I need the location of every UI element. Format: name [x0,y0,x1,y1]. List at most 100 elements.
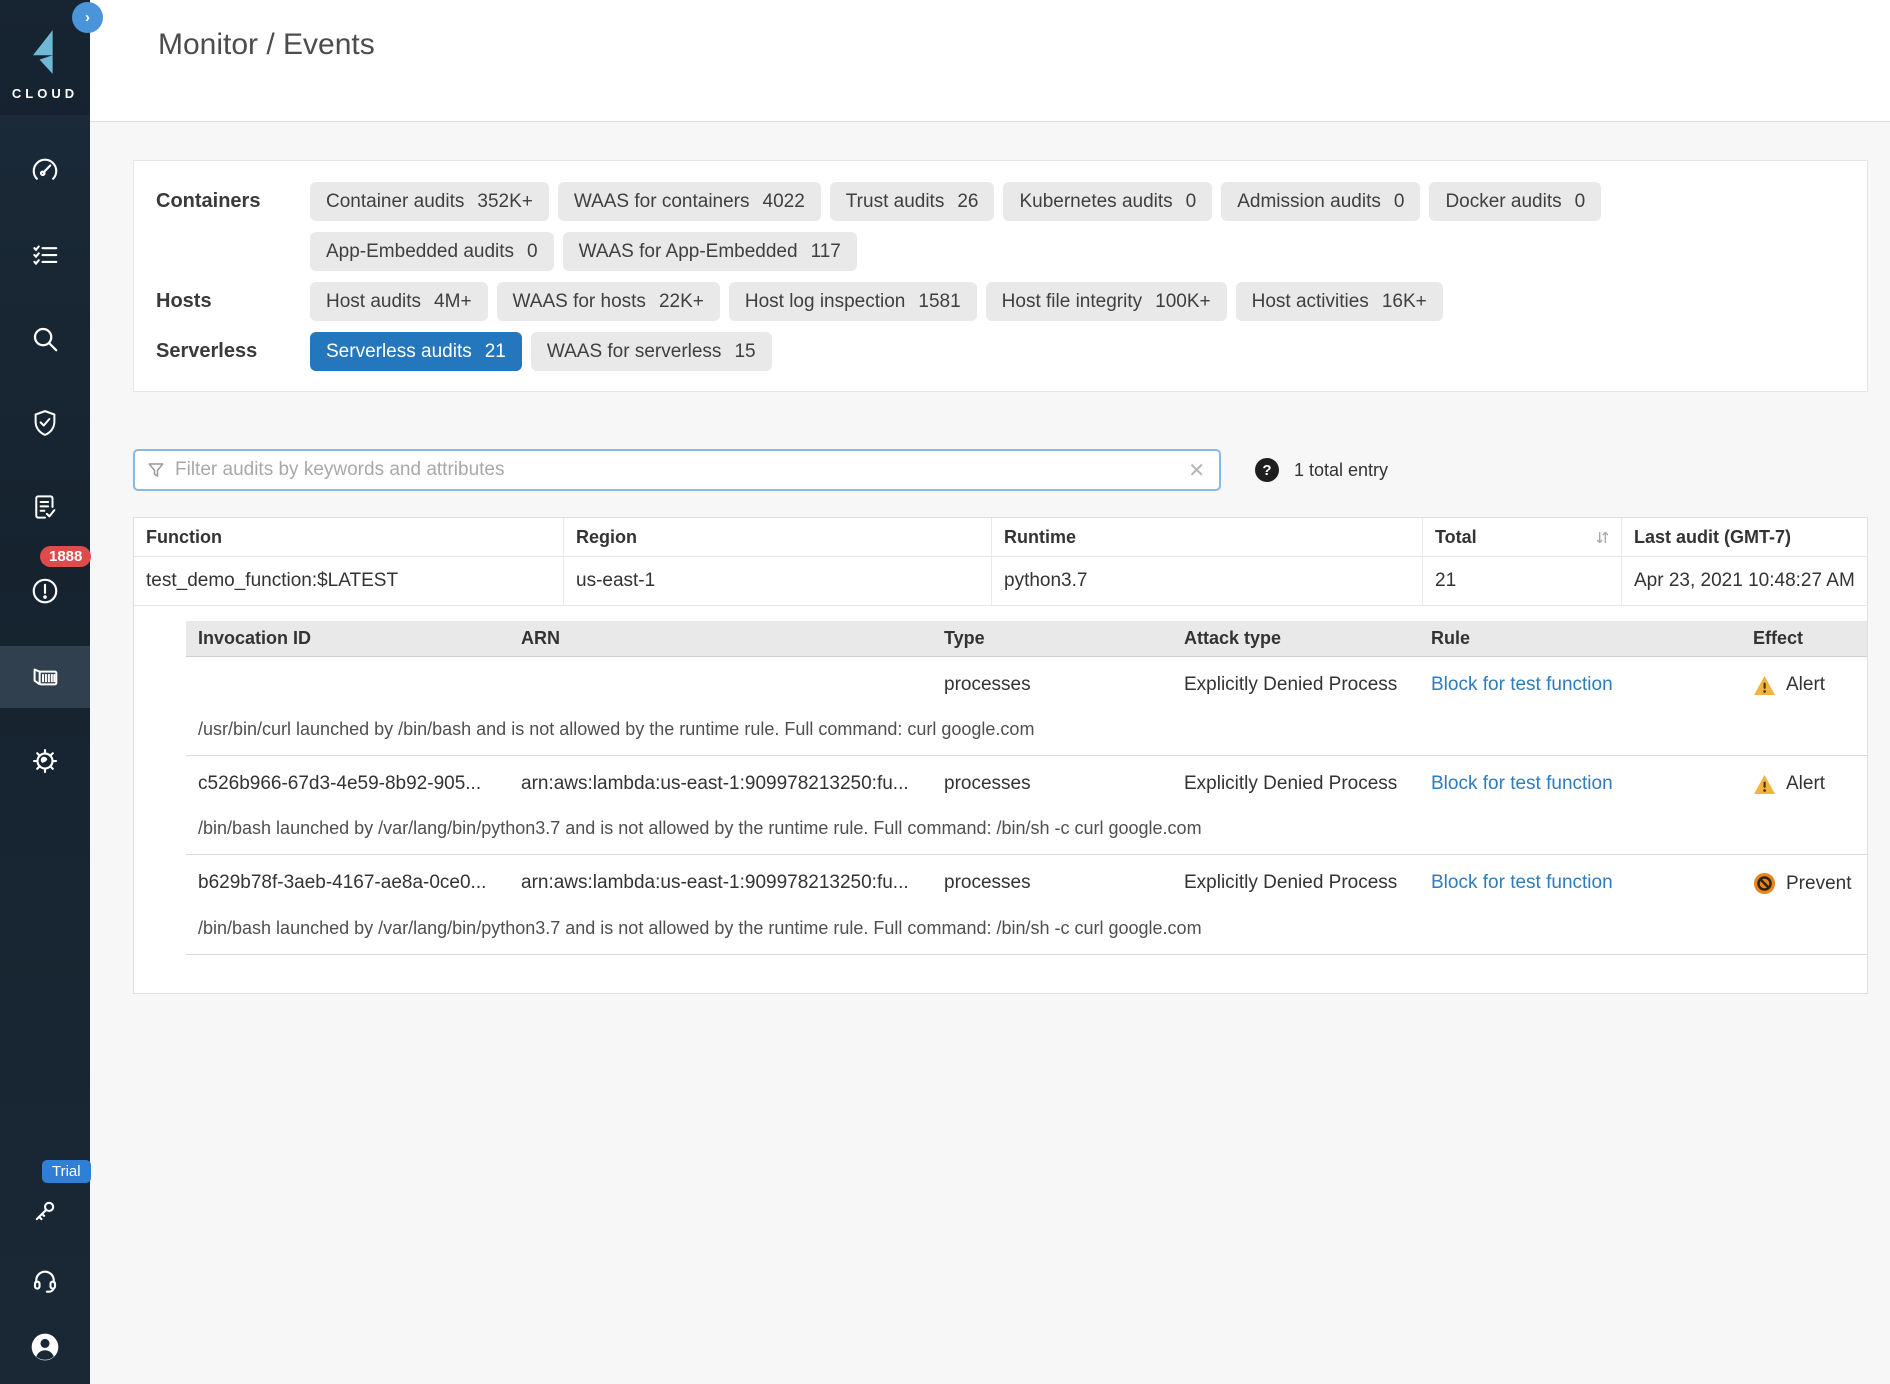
effect-cell: Alert [1741,756,1867,801]
trial-badge: Trial [42,1160,91,1183]
arn-cell: arn:aws:lambda:us-east-1:909978213250:fu… [509,855,932,901]
filter-row: ✕ ? 1 total entry [133,449,1890,491]
chip-host-activities[interactable]: Host activities16K+ [1236,282,1443,321]
chip-waas-for-containers[interactable]: WAAS for containers 4022 [558,182,821,221]
rule-cell: Block for test function [1419,855,1741,901]
type-cell: processes [932,756,1172,801]
checklist-icon [30,240,60,270]
total-cell: 21 [1423,557,1622,606]
sidebar-item-support[interactable] [0,1252,90,1310]
chip-host-file-integrity[interactable]: Host file integrity100K+ [986,282,1227,321]
sidebar-expand-button[interactable]: › [72,2,103,33]
sidebar-item-defend[interactable] [0,394,90,452]
filter-input[interactable] [175,459,1186,481]
audit-message: /bin/bash launched by /var/lang/bin/pyth… [186,901,1867,955]
clear-filter-icon[interactable]: ✕ [1186,458,1207,483]
invocation-id-cell: c526b966-67d3-4e59-8b92-905... [186,756,509,801]
audit-message: /usr/bin/curl launched by /bin/bash and … [186,702,1867,756]
container-icon [29,661,61,693]
chip-count: 0 [1186,191,1197,213]
chip-count: 4022 [763,191,805,213]
chip-app-embedded-audits[interactable]: App-Embedded audits0 [310,232,554,271]
document-check-icon [30,492,60,522]
chip-label: Host file integrity [1002,291,1142,313]
region-cell: us-east-1 [564,557,992,606]
chip-label: Kubernetes audits [1019,191,1172,213]
page-header: Monitor / Events [90,0,1890,122]
chip-label: Trust audits [846,191,945,213]
audit-message: /bin/bash launched by /var/lang/bin/pyth… [186,801,1867,855]
logo-text: CLOUD [0,86,90,101]
cloud-logo-icon [22,28,68,76]
functions-table-header: FunctionRegionRuntimeTotalLast audit (GM… [134,518,1867,557]
search-icon [30,324,60,354]
chip-count: 15 [734,341,755,363]
audit-row[interactable]: c526b966-67d3-4e59-8b92-905...arn:aws:la… [186,756,1867,855]
audit-column-header-type: Type [932,621,1172,656]
column-header-region: Region [564,518,992,557]
sidebar-item-containers[interactable] [0,646,90,708]
audit-column-header-arn: ARN [509,621,932,656]
chip-waas-for-hosts[interactable]: WAAS for hosts22K+ [497,282,720,321]
chip-host-log-inspection[interactable]: Host log inspection 1581 [729,282,977,321]
chip-count: 0 [1394,191,1405,213]
page-title: Monitor / Events [158,28,375,62]
chip-kubernetes-audits[interactable]: Kubernetes audits 0 [1003,182,1212,221]
rule-link[interactable]: Block for test function [1431,674,1613,695]
column-header-label: Runtime [1004,527,1076,548]
chip-waas-for-serverless[interactable]: WAAS for serverless15 [531,332,772,371]
filter-input-box[interactable]: ✕ [133,449,1221,491]
sidebar-item-dashboard[interactable] [0,142,90,200]
alert-triangle-icon [1753,774,1776,795]
chip-serverless-audits[interactable]: Serverless audits 21 [310,332,522,371]
chip-docker-audits[interactable]: Docker audits0 [1429,182,1601,221]
key-icon [31,1197,59,1225]
effect-label: Alert [1786,674,1825,696]
effect-cell: Alert [1741,657,1867,702]
audits-header: Invocation IDARNTypeAttack typeRuleEffec… [186,621,1867,657]
chip-label: Container audits [326,191,464,213]
sidebar-item-account[interactable] [0,1318,90,1376]
runtime-cell: python3.7 [992,557,1423,606]
filter-group-hosts: HostsHost audits4M+WAAS for hosts22K+Hos… [156,282,1851,321]
chip-count: 117 [811,241,841,263]
chip-waas-for-app-embedded[interactable]: WAAS for App-Embedded 117 [563,232,857,271]
chip-count: 21 [485,341,506,363]
rule-link[interactable]: Block for test function [1431,773,1613,794]
function-cell: test_demo_function:$LATEST [134,557,564,606]
sidebar-item-policies[interactable] [0,226,90,284]
audit-row[interactable]: processesExplicitly Denied ProcessBlock … [186,657,1867,756]
audit-column-header-rule: Rule [1419,621,1741,656]
sidebar-item-manage[interactable] [0,732,90,790]
chip-host-audits[interactable]: Host audits4M+ [310,282,488,321]
chip-label: WAAS for App-Embedded [579,241,798,263]
function-row[interactable]: test_demo_function:$LATEST us-east-1 pyt… [134,557,1867,606]
effect-label: Alert [1786,773,1825,795]
sidebar-item-search[interactable] [0,310,90,368]
rule-cell: Block for test function [1419,657,1741,702]
chip-label: App-Embedded audits [326,241,514,263]
chip-label: WAAS for containers [574,191,750,213]
chip-label: Serverless audits [326,341,472,363]
functions-table-panel: FunctionRegionRuntimeTotalLast audit (GM… [133,517,1868,994]
alert-count-badge: 1888 [40,546,91,567]
rule-cell: Block for test function [1419,756,1741,801]
chip-label: Host log inspection [745,291,906,313]
audit-category-panel: ContainersContainer audits352K+WAAS for … [133,160,1868,392]
column-header-label: Last audit (GMT-7) [1634,527,1791,548]
help-icon[interactable]: ? [1255,458,1279,482]
audit-row[interactable]: b629b78f-3aeb-4167-ae8a-0ce0...arn:aws:l… [186,855,1867,955]
chip-admission-audits[interactable]: Admission audits0 [1221,182,1420,221]
sidebar-item-alerts[interactable]: 1888 [0,562,90,620]
audit-column-header-effect: Effect [1741,621,1867,656]
alert-triangle-icon [1753,675,1776,696]
rule-link[interactable]: Block for test function [1431,872,1613,893]
chip-count: 1581 [918,291,960,313]
sidebar-item-license[interactable]: Trial [0,1182,90,1240]
chip-container-audits[interactable]: Container audits352K+ [310,182,549,221]
sort-icon[interactable] [1594,529,1611,546]
column-header-label: Total [1435,527,1477,548]
chip-trust-audits[interactable]: Trust audits26 [830,182,995,221]
sidebar: › CLOUD [0,0,90,1384]
sidebar-item-compliance[interactable] [0,478,90,536]
